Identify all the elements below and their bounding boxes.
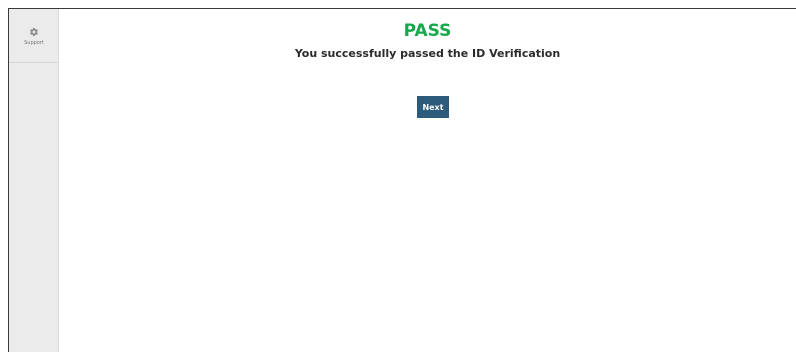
verification-message: You successfully passed the ID Verificat… — [294, 47, 561, 60]
support-label: Support — [24, 40, 44, 46]
sidebar: Support — [9, 9, 59, 352]
verification-status: PASS — [403, 21, 452, 41]
main-content: PASS You successfully passed the ID Veri… — [59, 9, 796, 352]
app-window: Support PASS You successfully passed the… — [8, 8, 796, 352]
support-button[interactable]: Support — [9, 9, 59, 63]
next-button[interactable]: Next — [417, 96, 449, 118]
gear-icon — [29, 27, 39, 37]
